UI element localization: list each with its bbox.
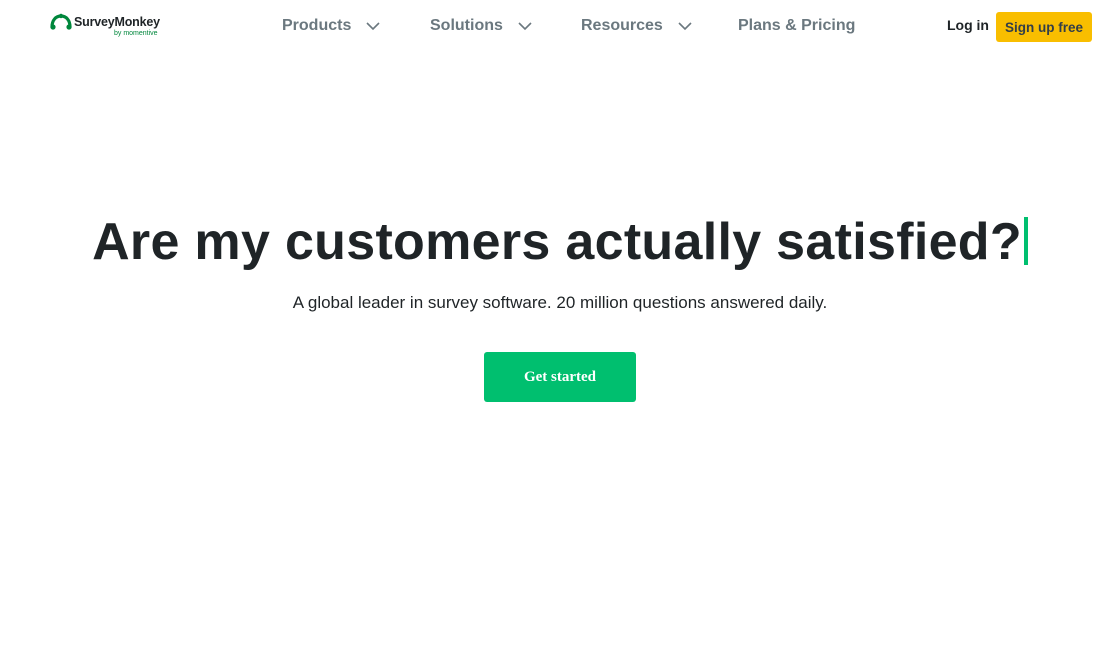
logo-tagline: by momentive	[114, 30, 158, 37]
surveymonkey-logo[interactable]: SurveyMonkey by momentive	[50, 12, 170, 40]
hero-subtitle: A global leader in survey software. 20 m…	[292, 293, 828, 312]
get-started-button[interactable]: Get started	[484, 352, 636, 402]
nav-resources-label: Resources	[581, 17, 663, 34]
chevron-down-icon	[518, 22, 532, 31]
site-header: SurveyMonkey by momentive Products Solut…	[0, 0, 1120, 54]
typing-cursor	[1023, 217, 1028, 265]
hero-title-text: Are my customers actually satisfied?	[92, 213, 1022, 271]
chevron-down-icon	[366, 22, 380, 31]
nav-solutions-label: Solutions	[430, 17, 503, 34]
nav-products-label: Products	[282, 17, 352, 34]
nav-resources[interactable]: Resources	[581, 14, 693, 38]
nav-products[interactable]: Products	[282, 14, 381, 38]
surveymonkey-logo-icon	[50, 13, 72, 30]
hero-title: Are my customers actually satisfied?	[0, 212, 1120, 272]
logo-wordmark: SurveyMonkey	[74, 15, 160, 29]
nav-plans-pricing[interactable]: Plans & Pricing	[738, 14, 855, 38]
signup-button[interactable]: Sign up free	[996, 12, 1092, 42]
nav-solutions[interactable]: Solutions	[430, 14, 533, 38]
chevron-down-icon	[678, 22, 692, 31]
login-link[interactable]: Log in	[947, 17, 989, 33]
nav-plans-pricing-label: Plans & Pricing	[738, 17, 856, 34]
